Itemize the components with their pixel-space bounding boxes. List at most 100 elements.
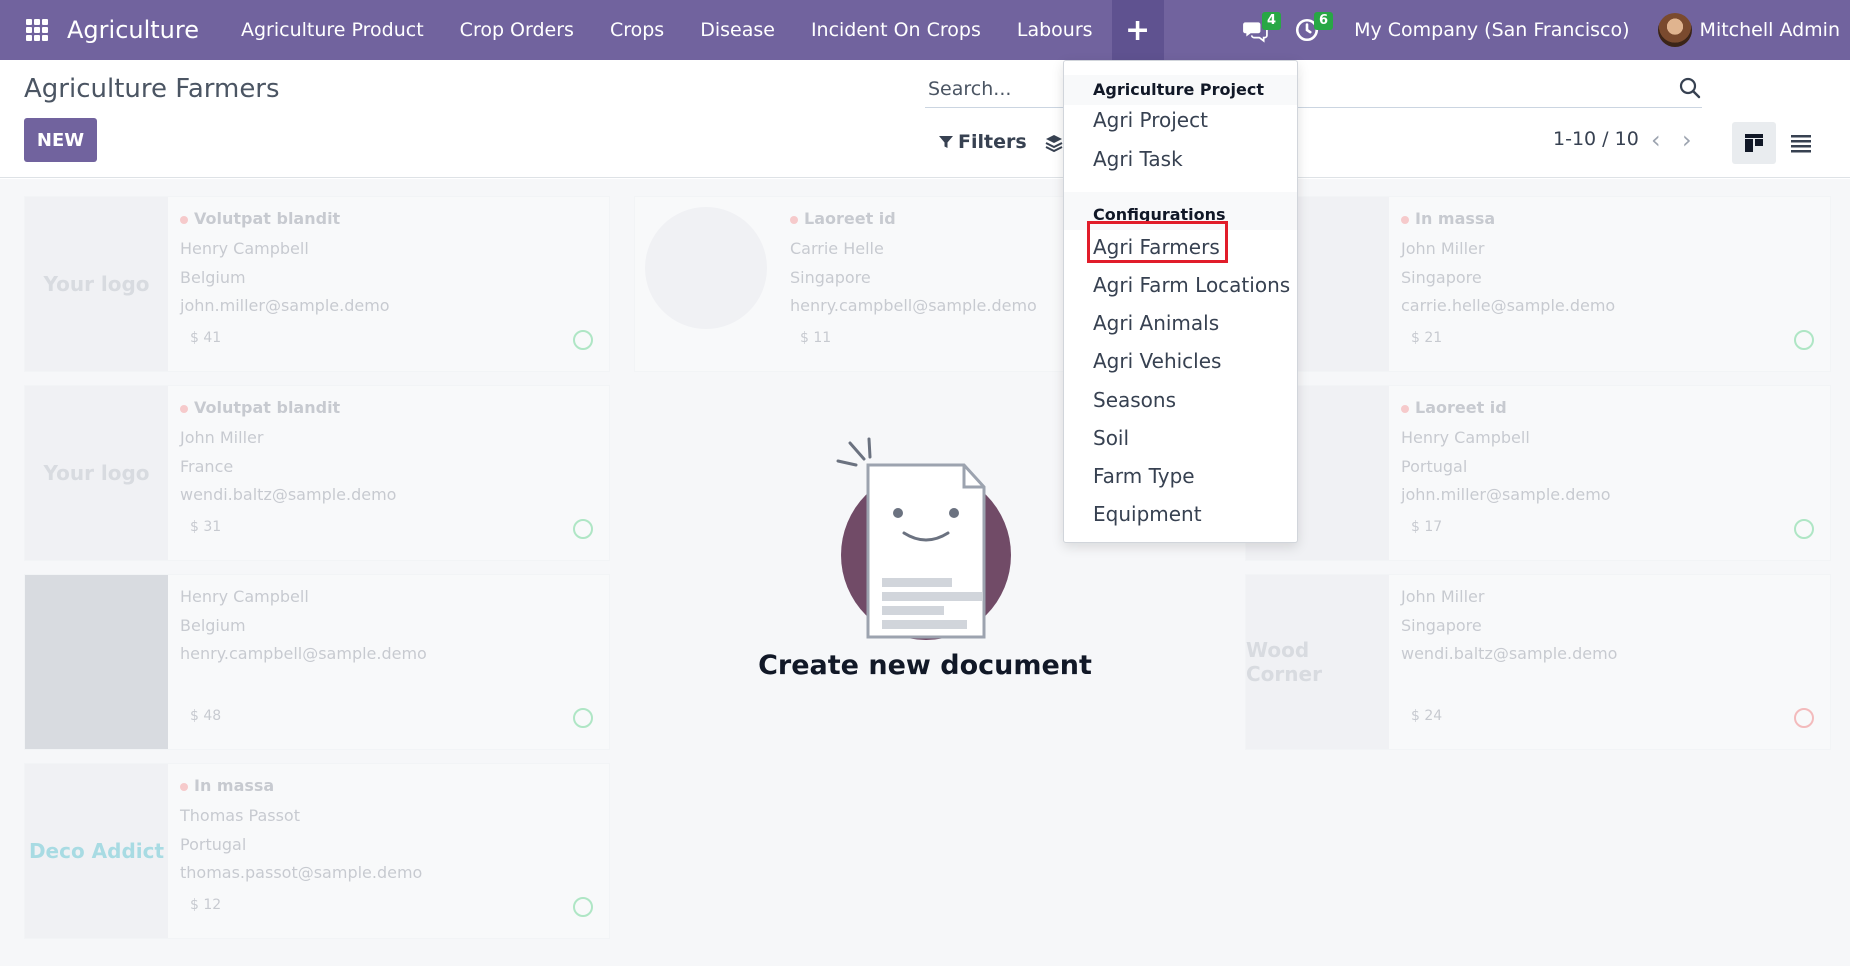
- card-tag: Laoreet id: [1401, 398, 1507, 417]
- user-menu[interactable]: Mitchell Admin: [1700, 19, 1840, 41]
- card-image: [25, 575, 168, 749]
- menu-item-seasons[interactable]: Seasons: [1093, 388, 1176, 412]
- card-email: wendi.baltz@sample.demo: [1401, 644, 1618, 663]
- card-email: wendi.baltz@sample.demo: [180, 485, 397, 504]
- card-name: John Miller: [180, 428, 264, 447]
- card-price: $ 24: [1411, 708, 1443, 724]
- menu-item-agri-project[interactable]: Agri Project: [1093, 108, 1208, 132]
- menu-item-agri-task[interactable]: Agri Task: [1093, 147, 1183, 171]
- empty-state-title: Create new document: [758, 650, 1092, 681]
- card-name: John Miller: [1401, 239, 1485, 258]
- card-country: Singapore: [1401, 616, 1482, 635]
- search-icon[interactable]: [1678, 76, 1702, 100]
- kanban-card: In massa John Miller Singapore carrie.he…: [1245, 196, 1831, 372]
- activities-count-badge: 6: [1314, 12, 1334, 30]
- card-image: Deco Addict: [25, 764, 168, 938]
- card-name: Henry Campbell: [1401, 428, 1530, 447]
- card-country: Belgium: [180, 616, 246, 635]
- kanban-card: Deco Addict In massa Thomas Passot Portu…: [24, 763, 610, 939]
- card-country: Portugal: [180, 835, 247, 854]
- filter-icon: [939, 136, 953, 148]
- card-price: $ 48: [190, 708, 222, 724]
- menu-item-agri-vehicles[interactable]: Agri Vehicles: [1093, 349, 1221, 373]
- highlight-box-agri-farmers: [1087, 221, 1228, 263]
- list-icon: [1791, 135, 1811, 153]
- card-country: Singapore: [790, 268, 871, 287]
- card-email: thomas.passot@sample.demo: [180, 863, 423, 882]
- kanban-view-button[interactable]: [1732, 122, 1776, 164]
- card-tag: Laoreet id: [790, 209, 896, 228]
- menu-incident-on-crops[interactable]: Incident On Crops: [793, 0, 999, 60]
- filters-button[interactable]: Filters: [938, 131, 1027, 153]
- card-tag: Volutpat blandit: [180, 398, 340, 417]
- control-panel: Agriculture Farmers NEW Filters 1-10 / 1…: [0, 60, 1850, 178]
- card-tag: In massa: [180, 776, 274, 795]
- card-tag: In massa: [1401, 209, 1495, 228]
- kanban-card: Your logo Volutpat blandit Henry Campbel…: [24, 196, 610, 372]
- new-button[interactable]: NEW: [24, 118, 97, 162]
- menu-item-soil[interactable]: Soil: [1093, 426, 1129, 450]
- more-menu-plus-icon[interactable]: +: [1111, 0, 1164, 60]
- messages-count-badge: 4: [1262, 12, 1282, 30]
- card-image: Your logo: [25, 386, 168, 560]
- menu-crops[interactable]: Crops: [592, 0, 682, 60]
- group-by-layers-icon[interactable]: [1044, 133, 1064, 153]
- card-country: Portugal: [1401, 457, 1468, 476]
- card-name: Henry Campbell: [180, 587, 309, 606]
- card-email: john.miller@sample.demo: [1401, 485, 1611, 504]
- kanban-card: Henry Campbell Belgium henry.campbell@sa…: [24, 574, 610, 750]
- menu-disease[interactable]: Disease: [682, 0, 793, 60]
- card-name: Henry Campbell: [180, 239, 309, 258]
- empty-document-illustration: [836, 437, 1011, 640]
- card-image: [645, 207, 767, 329]
- activity-clock-icon: [573, 708, 593, 728]
- card-email: henry.campbell@sample.demo: [180, 644, 427, 663]
- card-country: France: [180, 457, 234, 476]
- card-price: $ 11: [800, 330, 832, 346]
- kanban-card: Laoreet id Henry Campbell Portugal john.…: [1245, 385, 1831, 561]
- card-price: $ 41: [190, 330, 222, 346]
- menu-item-farm-type[interactable]: Farm Type: [1093, 464, 1195, 488]
- app-brand[interactable]: Agriculture: [67, 16, 199, 44]
- user-avatar[interactable]: [1657, 13, 1692, 47]
- card-name: Thomas Passot: [180, 806, 300, 825]
- card-country: Singapore: [1401, 268, 1482, 287]
- pager-previous-icon[interactable]: ‹: [1651, 128, 1669, 152]
- card-price: $ 12: [190, 897, 222, 913]
- activity-clock-icon: [573, 519, 593, 539]
- menu-labours[interactable]: Labours: [999, 0, 1111, 60]
- kanban-card: Your logo Volutpat blandit John Miller F…: [24, 385, 610, 561]
- kanban-card: Wood Corner John Miller Singapore wendi.…: [1245, 574, 1831, 750]
- activity-clock-icon: [1794, 519, 1814, 539]
- page-title: Agriculture Farmers: [24, 74, 280, 104]
- search-bar: [925, 70, 1702, 108]
- activity-clock-icon: [573, 330, 593, 350]
- card-price: $ 21: [1411, 330, 1443, 346]
- apps-menu-icon[interactable]: [26, 19, 48, 41]
- card-country: Belgium: [180, 268, 246, 287]
- activity-clock-icon: [1794, 708, 1814, 728]
- menu-item-agri-farm-locations[interactable]: Agri Farm Locations: [1093, 273, 1290, 297]
- menu-item-agri-animals[interactable]: Agri Animals: [1093, 311, 1219, 335]
- menu-item-equipment[interactable]: Equipment: [1093, 502, 1202, 526]
- activities-button[interactable]: 6: [1290, 0, 1334, 60]
- card-image: Wood Corner: [1246, 575, 1389, 749]
- section-header-agriculture-project: Agriculture Project: [1064, 75, 1297, 105]
- card-image: Your logo: [25, 197, 168, 371]
- top-navbar: Agriculture Agriculture Product Crop Ord…: [0, 0, 1850, 60]
- menu-crop-orders[interactable]: Crop Orders: [442, 0, 592, 60]
- menu-agriculture-product[interactable]: Agriculture Product: [223, 0, 442, 60]
- pager-value[interactable]: 1-10 / 10: [1553, 128, 1639, 150]
- activity-clock-icon: [1794, 330, 1814, 350]
- more-menu-dropdown: Agriculture Project Agri Project Agri Ta…: [1063, 60, 1298, 543]
- pager-next-icon[interactable]: ›: [1682, 128, 1700, 152]
- company-switcher[interactable]: My Company (San Francisco): [1354, 19, 1629, 41]
- list-view-button[interactable]: [1779, 122, 1823, 164]
- card-name: John Miller: [1401, 587, 1485, 606]
- kanban-card: Laoreet id Carrie Helle Singapore henry.…: [634, 196, 1064, 372]
- card-email: carrie.helle@sample.demo: [1401, 296, 1616, 315]
- card-price: $ 31: [190, 519, 222, 535]
- messages-button[interactable]: 4: [1238, 0, 1282, 60]
- card-tag: Volutpat blandit: [180, 209, 340, 228]
- card-email: john.miller@sample.demo: [180, 296, 390, 315]
